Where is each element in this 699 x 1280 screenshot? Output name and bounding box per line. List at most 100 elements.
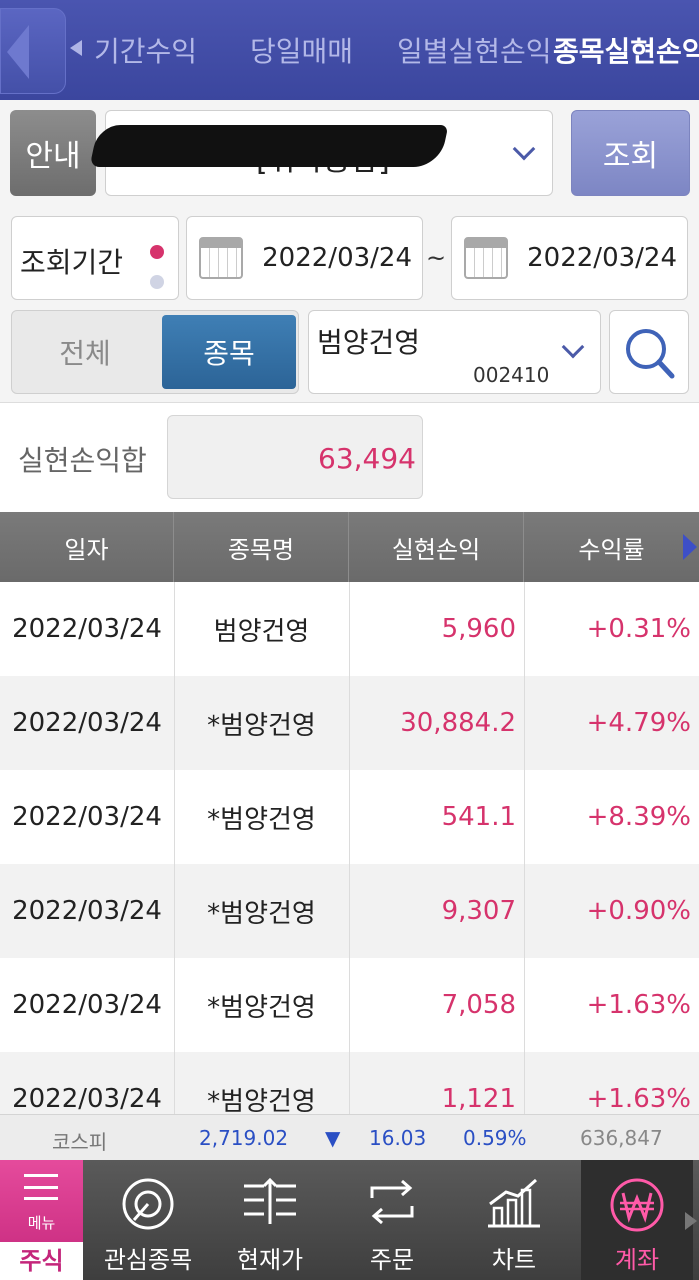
cell-realized-pl: 541.1 — [441, 802, 516, 832]
cell-realized-pl: 30,884.2 — [400, 708, 516, 738]
index-change: 16.03 — [369, 1126, 427, 1150]
top-tab-bar: 기간수익 당일매매 일별실현손익 종목실현손익 — [0, 0, 699, 100]
down-arrow-icon: ▼ — [325, 1126, 341, 1150]
nav-account-label: 계좌 — [614, 1246, 660, 1274]
period-dot-active-icon — [150, 245, 164, 259]
cell-realized-pl: 7,058 — [441, 990, 516, 1020]
index-ticker[interactable]: 코스피 2,719.02 ▼ 16.03 0.59% 636,847 — [0, 1114, 699, 1160]
tab-scroll-left-icon[interactable] — [70, 40, 82, 56]
index-value: 2,719.02 — [199, 1126, 289, 1150]
start-date-field[interactable]: 2022/03/24 — [186, 216, 423, 300]
nav-current-price[interactable]: 현재가 — [222, 1160, 318, 1280]
cell-date: 2022/03/24 — [12, 1084, 162, 1114]
scope-stock-button[interactable]: 종목 — [162, 315, 296, 389]
cell-name: *범양건영 — [207, 804, 316, 835]
summary-label: 실현손익합 — [18, 444, 147, 477]
menu-label: 메뉴 — [27, 1214, 56, 1232]
index-volume: 636,847 — [580, 1126, 663, 1150]
redaction-mark — [89, 125, 449, 167]
back-button[interactable] — [0, 8, 66, 94]
filter-panel: 조회기간 2022/03/24 ~ 2022/03/24 전체 종목 범양건영 … — [0, 208, 699, 408]
tab-period-profit[interactable]: 기간수익 — [94, 30, 197, 70]
guide-button[interactable]: 안내 — [10, 110, 96, 196]
period-label: 조회기간 — [20, 246, 124, 279]
table-header: 일자 종목명 실현손익 수익률 — [0, 512, 699, 582]
tab-daily-realized[interactable]: 일별실현손익 — [397, 30, 552, 70]
search-button[interactable] — [609, 310, 689, 394]
nav-account[interactable]: 계좌 — [581, 1160, 693, 1280]
cell-return-rate: +4.79% — [586, 708, 691, 738]
index-change-pct: 0.59% — [463, 1126, 527, 1150]
query-button[interactable]: 조회 — [571, 110, 690, 196]
header-realized-pl[interactable]: 실현손익 — [349, 512, 524, 582]
nav-chart[interactable]: 차트 — [466, 1160, 562, 1280]
bottom-nav: 메뉴 주식 관심종목 현재가 주문 차트 계좌 — [0, 1160, 699, 1280]
stock-name: 범양건영 — [317, 326, 421, 359]
cell-date: 2022/03/24 — [12, 614, 162, 644]
cell-name: *범양건영 — [207, 710, 316, 741]
scope-segmented-control: 전체 종목 — [11, 310, 299, 394]
chevron-down-icon — [512, 137, 536, 161]
watchlist-icon — [122, 1178, 174, 1230]
summary-value: 63,494 — [318, 442, 416, 475]
nav-order[interactable]: 주문 — [344, 1160, 440, 1280]
cell-name: *범양건영 — [207, 992, 316, 1023]
search-icon — [626, 329, 675, 379]
summary-box: 63,494 — [167, 415, 423, 499]
nav-current-price-label: 현재가 — [236, 1246, 304, 1274]
tab-today-trade[interactable]: 당일매매 — [250, 30, 353, 70]
menu-button[interactable]: 메뉴 주식 — [0, 1160, 83, 1280]
cell-realized-pl: 9,307 — [441, 896, 516, 926]
cell-return-rate: +1.63% — [586, 1084, 691, 1114]
cell-realized-pl: 1,121 — [441, 1084, 516, 1114]
column-divider — [349, 582, 350, 1114]
account-select[interactable]: [위탁종합] — [89, 110, 553, 196]
calendar-icon — [199, 237, 243, 279]
cell-return-rate: +1.63% — [586, 990, 691, 1020]
chevron-down-icon — [561, 335, 585, 359]
order-icon — [370, 1179, 414, 1225]
won-account-icon — [610, 1178, 664, 1232]
stock-select[interactable]: 범양건영 002410 — [308, 310, 601, 394]
start-date-text: 2022/03/24 — [262, 243, 412, 273]
hamburger-icon — [24, 1174, 58, 1200]
cell-name: *범양건영 — [207, 1086, 316, 1115]
nav-order-label: 주문 — [369, 1246, 415, 1274]
cell-date: 2022/03/24 — [12, 896, 162, 926]
header-name[interactable]: 종목명 — [174, 512, 349, 582]
period-dot-inactive-icon — [150, 275, 164, 289]
cell-return-rate: +0.90% — [586, 896, 691, 926]
nav-scroll-right-icon[interactable] — [685, 1212, 697, 1230]
nav-watchlist[interactable]: 관심종목 — [100, 1160, 196, 1280]
scope-all-button[interactable]: 전체 — [12, 311, 158, 393]
nav-watchlist-label: 관심종목 — [103, 1246, 193, 1274]
cell-return-rate: +0.31% — [586, 614, 691, 644]
column-divider — [524, 582, 525, 1114]
back-chevron-icon — [7, 25, 29, 79]
end-date-text: 2022/03/24 — [527, 243, 677, 273]
nav-chart-label: 차트 — [491, 1246, 537, 1274]
cell-date: 2022/03/24 — [12, 708, 162, 738]
header-return-rate[interactable]: 수익률 — [524, 512, 699, 582]
table-body[interactable]: 2022/03/24 범양건영 5,960 +0.31% 2022/03/24 … — [0, 582, 699, 1114]
stock-tab[interactable]: 주식 — [0, 1242, 83, 1280]
cell-date: 2022/03/24 — [12, 802, 162, 832]
tab-stock-realized[interactable]: 종목실현손익 — [553, 30, 699, 70]
cell-name: *범양건영 — [207, 898, 316, 929]
column-divider — [174, 582, 175, 1114]
index-name: 코스피 — [52, 1130, 108, 1154]
date-separator: ~ — [426, 244, 447, 272]
summary-row: 실현손익합 63,494 — [0, 402, 699, 512]
cell-return-rate: +8.39% — [586, 802, 691, 832]
cell-name: 범양건영 — [213, 616, 310, 647]
cell-date: 2022/03/24 — [12, 990, 162, 1020]
scroll-right-icon[interactable] — [683, 534, 697, 560]
header-date[interactable]: 일자 — [0, 512, 174, 582]
account-row: 안내 [위탁종합] 조회 — [0, 100, 699, 208]
chart-icon — [488, 1178, 540, 1228]
current-price-icon — [244, 1177, 296, 1224]
stock-code: 002410 — [473, 363, 550, 387]
period-toggle[interactable]: 조회기간 — [11, 216, 179, 300]
cell-realized-pl: 5,960 — [441, 614, 516, 644]
end-date-field[interactable]: 2022/03/24 — [451, 216, 688, 300]
